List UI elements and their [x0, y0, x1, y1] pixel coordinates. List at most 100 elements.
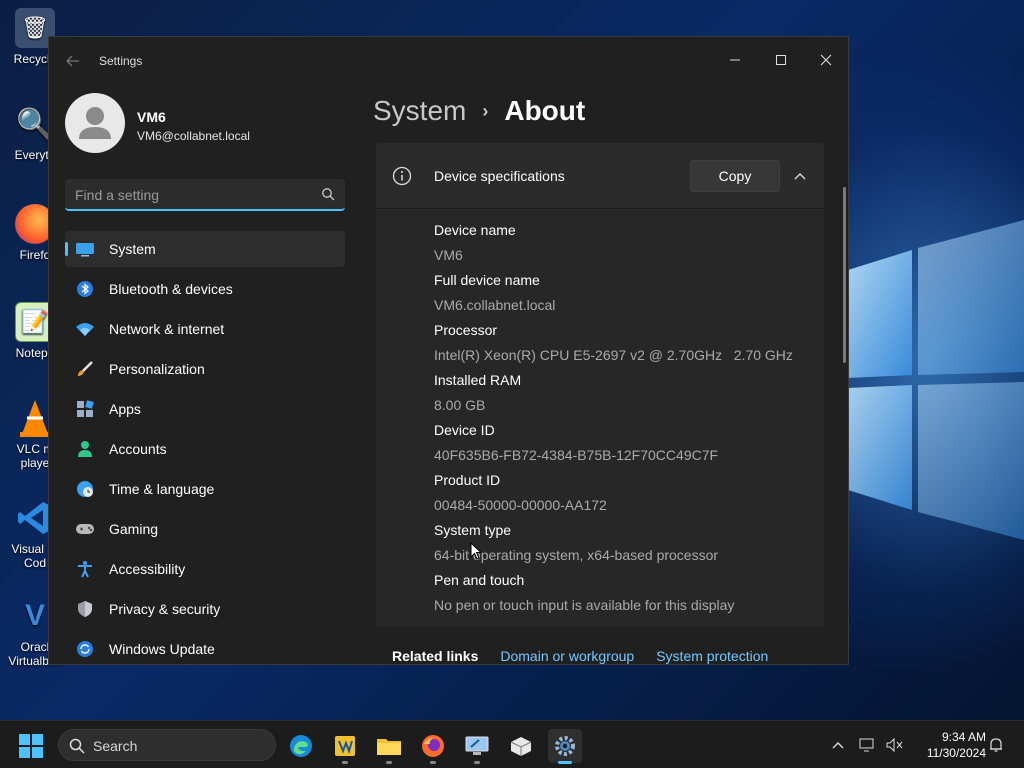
- device-specifications-list: Device name VM6 Full device name VM6.col…: [376, 210, 824, 627]
- spec-value[interactable]: 00484-50000-00000-AA172: [434, 497, 814, 515]
- volume-button[interactable]: [884, 735, 904, 755]
- sidebar-item-apps[interactable]: Apps: [65, 391, 345, 427]
- show-hidden-icons-button[interactable]: [828, 735, 848, 755]
- minimize-icon: [730, 59, 740, 61]
- spec-value[interactable]: VM6: [434, 247, 814, 265]
- speaker-muted-icon: [886, 737, 903, 753]
- taskbar-vscode-like[interactable]: [328, 729, 362, 764]
- windows-start-icon: [19, 734, 43, 758]
- search-input[interactable]: [75, 185, 311, 205]
- sidebar-item-privacy[interactable]: Privacy & security: [65, 591, 345, 627]
- bluetooth-icon: [75, 279, 95, 299]
- accounts-icon: [75, 439, 95, 459]
- content-scrollbar[interactable]: [843, 187, 846, 363]
- maximize-icon: [776, 55, 786, 65]
- spec-label: Device name: [434, 222, 516, 238]
- network-monitor-icon: [859, 738, 874, 752]
- spec-pen-touch: Pen and touch No pen or touch input is a…: [434, 572, 814, 615]
- start-button[interactable]: [18, 733, 44, 759]
- spec-label: Pen and touch: [434, 572, 525, 588]
- running-indicator: [558, 761, 572, 764]
- sidebar-item-accounts[interactable]: Accounts: [65, 431, 345, 467]
- spec-label: Full device name: [434, 272, 540, 288]
- spec-value[interactable]: Intel(R) Xeon(R) CPU E5-2697 v2 @ 2.70GH…: [434, 347, 814, 365]
- taskbar-search[interactable]: Search: [58, 729, 276, 761]
- edge-icon: [290, 735, 312, 757]
- breadcrumb-separator-icon: ›: [482, 100, 489, 121]
- device-specifications-card: Device specifications Copy Device name V…: [376, 143, 824, 627]
- page-title: About: [504, 95, 586, 126]
- sidebar-nav: System Bluetooth & devices Network & int…: [65, 231, 345, 664]
- spec-device-id: Device ID 40F635B6-FB72-4384-B75B-12F70C…: [434, 422, 814, 465]
- taskbar-remote-desktop[interactable]: [460, 729, 494, 764]
- sidebar-item-label: Network & internet: [109, 321, 225, 337]
- clock-date: 11/30/2024: [926, 746, 986, 760]
- gear-icon: [555, 736, 575, 756]
- close-button[interactable]: [806, 45, 846, 75]
- related-links: Related links Domain or workgroup System…: [392, 648, 768, 664]
- spec-label: System type: [434, 522, 512, 538]
- copy-button[interactable]: Copy: [690, 160, 780, 192]
- spec-value[interactable]: 8.00 GB: [434, 397, 814, 415]
- user-profile[interactable]: VM6 VM6@collabnet.local: [65, 93, 355, 157]
- user-name: VM6: [137, 109, 166, 125]
- spec-value[interactable]: VM6.collabnet.local: [434, 297, 814, 315]
- taskbar-package-app[interactable]: [504, 729, 538, 763]
- sidebar-item-label: Personalization: [109, 361, 205, 377]
- sidebar-item-bluetooth[interactable]: Bluetooth & devices: [65, 271, 345, 307]
- running-indicator: [342, 761, 348, 764]
- folder-icon: [377, 739, 401, 755]
- back-button[interactable]: [63, 51, 83, 71]
- spec-label: Device ID: [434, 422, 495, 438]
- apps-icon: [75, 399, 95, 419]
- spec-product-id: Product ID 00484-50000-00000-AA172: [434, 472, 814, 515]
- running-indicator: [430, 761, 436, 764]
- title-bar[interactable]: Settings: [49, 37, 848, 85]
- spec-installed-ram: Installed RAM 8.00 GB: [434, 372, 814, 415]
- taskbar-file-explorer[interactable]: [372, 729, 406, 764]
- settings-search[interactable]: [65, 179, 345, 211]
- sidebar-item-label: Accessibility: [109, 561, 186, 577]
- taskbar-clock[interactable]: 9:34 AM 11/30/2024: [916, 729, 986, 761]
- accessibility-icon: [75, 559, 95, 579]
- spec-value[interactable]: No pen or touch input is available for t…: [434, 597, 814, 615]
- spec-value[interactable]: 64-bit operating system, x64-based proce…: [434, 547, 814, 565]
- sidebar-item-network[interactable]: Network & internet: [65, 311, 345, 347]
- clock-time: 9:34 AM: [941, 730, 986, 744]
- taskbar-search-label: Search: [93, 738, 138, 754]
- spec-value[interactable]: 40F635B6-FB72-4384-B75B-12F70CC49C7F: [434, 447, 814, 465]
- collapse-button[interactable]: [790, 166, 810, 186]
- spec-label: Product ID: [434, 472, 501, 488]
- minimize-button[interactable]: [715, 45, 755, 75]
- app-title: Settings: [99, 54, 143, 68]
- network-status-button[interactable]: [858, 735, 878, 755]
- sidebar-item-accessibility[interactable]: Accessibility: [65, 551, 345, 587]
- sidebar-item-windows-update[interactable]: Windows Update: [65, 631, 345, 664]
- search-icon: [69, 738, 85, 754]
- breadcrumb-parent[interactable]: System: [373, 95, 466, 127]
- maximize-button[interactable]: [761, 45, 801, 75]
- chevron-up-icon: [832, 742, 844, 749]
- brush-icon: [75, 359, 95, 379]
- info-icon: [392, 166, 412, 186]
- card-title: Device specifications: [434, 168, 565, 184]
- sidebar-item-personalization[interactable]: Personalization: [65, 351, 345, 387]
- running-indicator: [386, 761, 392, 764]
- spec-label: Installed RAM: [434, 372, 522, 388]
- sidebar-item-label: Bluetooth & devices: [109, 281, 233, 297]
- sidebar-item-system[interactable]: System: [65, 231, 345, 267]
- windows-logo-wallpaper: [848, 220, 1024, 540]
- device-specifications-header[interactable]: Device specifications Copy: [376, 143, 824, 209]
- taskbar-settings[interactable]: [548, 729, 582, 764]
- system-protection-link[interactable]: System protection: [656, 648, 768, 664]
- package-icon: [510, 737, 532, 756]
- related-links-title: Related links: [392, 648, 479, 664]
- sidebar-item-time-language[interactable]: Time & language: [65, 471, 345, 507]
- domain-workgroup-link[interactable]: Domain or workgroup: [500, 648, 634, 664]
- taskbar-edge[interactable]: [284, 729, 318, 763]
- chevron-up-icon: [794, 173, 806, 180]
- taskbar-firefox[interactable]: [416, 729, 450, 764]
- notifications-button[interactable]: [986, 735, 1006, 755]
- sidebar-item-gaming[interactable]: Gaming: [65, 511, 345, 547]
- sidebar-item-label: Time & language: [109, 481, 215, 497]
